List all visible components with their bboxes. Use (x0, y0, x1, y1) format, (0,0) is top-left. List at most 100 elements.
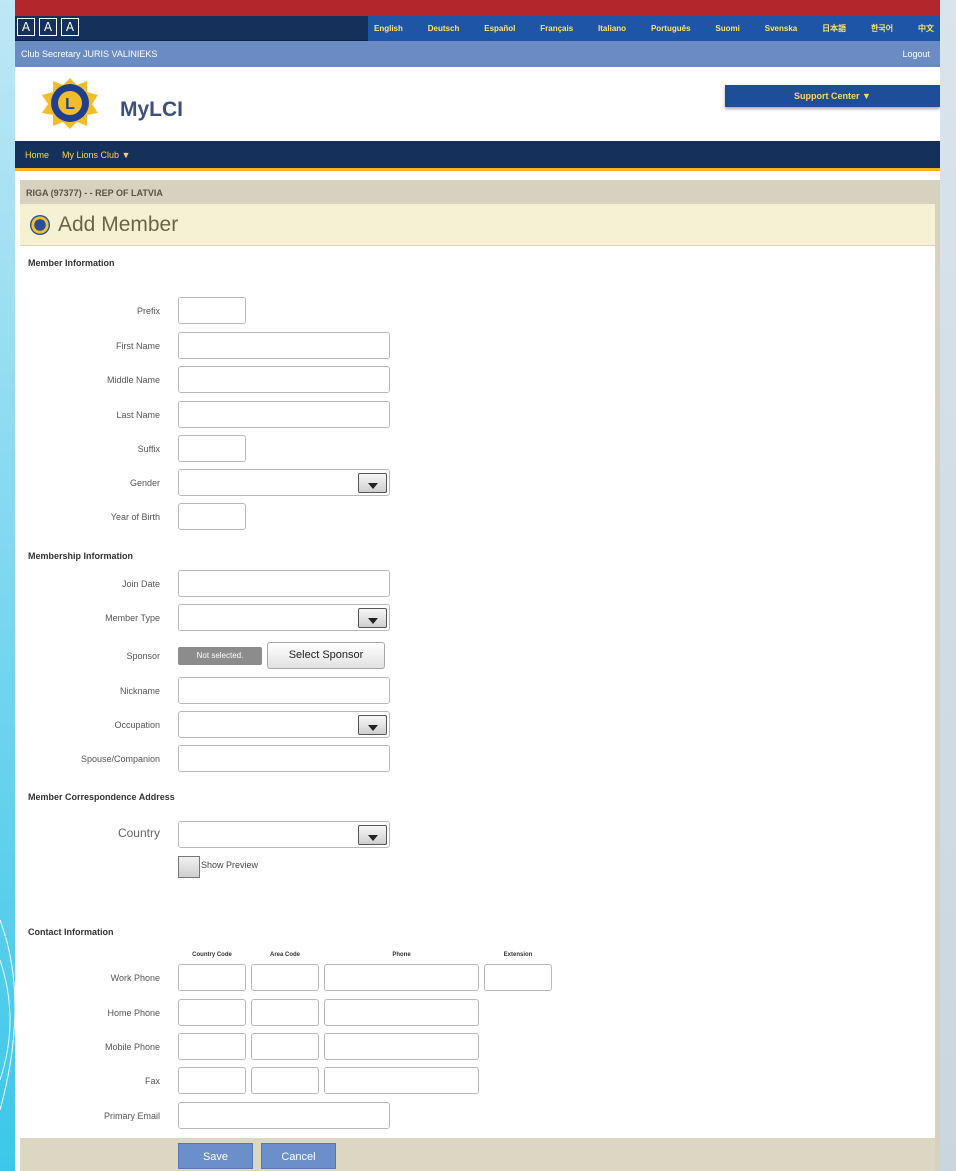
lang-espanol[interactable]: Español (484, 24, 515, 33)
member-type-select[interactable] (178, 604, 390, 631)
add-member-form: Member Information Prefix First Name Mid… (20, 246, 935, 1138)
fax-area-code-input[interactable] (251, 1067, 319, 1094)
gender-label: Gender (129, 478, 160, 488)
page-title-bar: Add Member (20, 204, 935, 246)
site-header: L MyLCI Support Center ▼ (15, 67, 940, 141)
join-date-input[interactable] (178, 570, 390, 597)
sponsor-label: Sponsor (126, 651, 160, 661)
mobile-phone-input[interactable] (324, 1033, 479, 1060)
current-user: Club Secretary JURIS VALINIEKS (21, 49, 158, 59)
nickname-input[interactable] (178, 677, 390, 704)
chevron-down-icon[interactable] (358, 825, 387, 845)
gender-select[interactable] (178, 469, 390, 496)
membership-info-heading: Membership Information (28, 551, 134, 561)
lang-japanese[interactable]: 日本語 (822, 23, 846, 34)
lions-badge-icon (30, 215, 50, 235)
support-center-menu[interactable]: Support Center ▼ (725, 85, 940, 107)
lang-chinese[interactable]: 中文 (918, 23, 934, 34)
year-of-birth-input[interactable] (178, 503, 246, 530)
chevron-down-icon[interactable] (358, 608, 387, 628)
user-bar: Club Secretary JURIS VALINIEKS Logout (15, 41, 940, 67)
lang-francais[interactable]: Français (540, 24, 573, 33)
country-code-header: Country Code (192, 952, 232, 958)
cancel-button[interactable]: Cancel (261, 1143, 336, 1169)
font-size-large-button[interactable]: A (61, 18, 79, 36)
country-select[interactable] (178, 821, 390, 848)
address-heading: Member Correspondence Address (28, 792, 175, 802)
fax-label: Fax (144, 1076, 160, 1086)
member-type-label: Member Type (105, 613, 160, 623)
lang-portugues[interactable]: Português (651, 24, 691, 33)
home-area-code-input[interactable] (251, 999, 319, 1026)
sponsor-status-badge: Not selected. (178, 647, 262, 665)
svg-text:L: L (65, 96, 75, 113)
middle-name-label: Middle Name (106, 375, 160, 385)
content-border (935, 180, 940, 1171)
primary-email-input[interactable] (178, 1102, 390, 1129)
last-name-input[interactable] (178, 401, 390, 428)
first-name-input[interactable] (178, 332, 390, 359)
utility-bar: A A A English Deutsch Español Français I… (15, 16, 940, 41)
year-of-birth-label: Year of Birth (110, 512, 160, 522)
work-phone-label: Work Phone (110, 973, 160, 983)
brand-name: MyLCI (120, 98, 183, 121)
breadcrumb: RIGA (97377) - - REP OF LATVIA (20, 180, 935, 204)
lang-italiano[interactable]: Italiano (598, 24, 626, 33)
country-label: Country (117, 826, 160, 840)
suffix-label: Suffix (137, 444, 160, 454)
mobile-country-code-input[interactable] (178, 1033, 246, 1060)
suffix-input[interactable] (178, 435, 246, 462)
spouse-input[interactable] (178, 745, 390, 772)
occupation-label: Occupation (114, 720, 160, 730)
form-footer: Save Cancel (20, 1138, 935, 1171)
nav-my-lions-club[interactable]: My Lions Club ▼ (62, 150, 130, 160)
select-sponsor-button[interactable]: Select Sponsor (267, 642, 385, 669)
area-code-header: Area Code (269, 952, 300, 958)
work-country-code-input[interactable] (178, 964, 246, 991)
chevron-down-icon[interactable] (358, 473, 387, 493)
prefix-label: Prefix (136, 306, 160, 316)
show-preview-label: Show Preview (201, 860, 259, 870)
lang-english[interactable]: English (374, 24, 403, 33)
member-info-heading: Member Information (28, 258, 115, 268)
nickname-label: Nickname (119, 686, 160, 696)
work-phone-input[interactable] (324, 964, 479, 991)
home-phone-input[interactable] (324, 999, 479, 1026)
work-extension-input[interactable] (484, 964, 552, 991)
mobile-phone-label: Mobile Phone (104, 1042, 160, 1052)
work-area-code-input[interactable] (251, 964, 319, 991)
font-size-small-button[interactable]: A (17, 18, 35, 36)
top-red-strip (15, 0, 940, 16)
extension-header: Extension (503, 952, 533, 958)
contact-info-heading: Contact Information (28, 927, 114, 937)
font-size-medium-button[interactable]: A (39, 18, 57, 36)
nav-home[interactable]: Home (25, 150, 49, 160)
middle-name-input[interactable] (178, 366, 390, 393)
show-preview-checkbox[interactable] (178, 856, 200, 878)
lang-suomi[interactable]: Suomi (715, 24, 739, 33)
phone-header: Phone (392, 952, 411, 958)
lang-deutsch[interactable]: Deutsch (428, 24, 460, 33)
primary-email-label: Primary Email (103, 1111, 160, 1121)
main-nav: Home My Lions Club ▼ (15, 141, 940, 171)
occupation-select[interactable] (178, 711, 390, 738)
first-name-label: First Name (115, 341, 160, 351)
last-name-label: Last Name (116, 410, 160, 420)
logout-link[interactable]: Logout (902, 49, 930, 59)
lang-korean[interactable]: 한국어 (871, 23, 893, 34)
spouse-label: Spouse/Companion (80, 754, 160, 764)
prefix-input[interactable] (178, 297, 246, 324)
lions-logo: L (42, 78, 98, 129)
join-date-label: Join Date (121, 579, 160, 589)
save-button[interactable]: Save (178, 1143, 253, 1169)
page-title: Add Member (58, 213, 179, 236)
mobile-area-code-input[interactable] (251, 1033, 319, 1060)
home-country-code-input[interactable] (178, 999, 246, 1026)
font-size-controls: A A A (17, 18, 79, 36)
chevron-down-icon[interactable] (358, 715, 387, 735)
lang-svenska[interactable]: Svenska (765, 24, 797, 33)
fax-number-input[interactable] (324, 1067, 479, 1094)
browser-page: A A A English Deutsch Español Français I… (15, 16, 940, 1171)
home-phone-label: Home Phone (107, 1008, 160, 1018)
fax-country-code-input[interactable] (178, 1067, 246, 1094)
